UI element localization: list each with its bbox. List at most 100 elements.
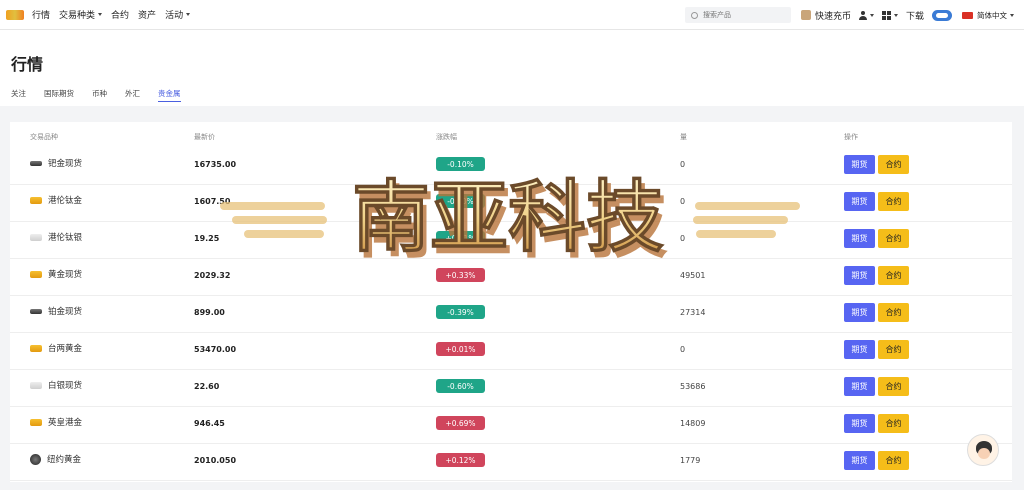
brand-logo[interactable] bbox=[6, 9, 24, 20]
user-icon bbox=[858, 10, 867, 20]
contract-button[interactable]: 合约 bbox=[878, 377, 909, 396]
nav-item-3[interactable]: 资产 bbox=[138, 8, 156, 21]
instrument-name[interactable]: 港伦钛银 bbox=[30, 231, 82, 243]
tab-0[interactable]: 关注 bbox=[11, 88, 26, 102]
contract-button[interactable]: 合约 bbox=[878, 303, 909, 322]
table-row[interactable]: 纽约黄金 2010.050 +0.12% 1779 期货 合约 bbox=[10, 444, 1012, 481]
table-row[interactable]: 港伦钛银 19.25 +0.21% 0 期货 合约 bbox=[10, 222, 1012, 259]
futures-button[interactable]: 期货 bbox=[844, 303, 875, 322]
nav-item-0[interactable]: 行情 bbox=[32, 8, 50, 21]
contract-button[interactable]: 合约 bbox=[878, 192, 909, 211]
table-row[interactable]: 英皇港金 946.45 +0.69% 14809 期货 合约 bbox=[10, 407, 1012, 444]
change-badge: +0.33% bbox=[436, 268, 485, 282]
contract-button[interactable]: 合约 bbox=[878, 451, 909, 470]
chevron-down-icon bbox=[869, 13, 874, 17]
row-actions: 期货 合约 bbox=[844, 192, 912, 211]
quick-charge-button[interactable]: 快速充币 bbox=[800, 9, 851, 22]
search-box[interactable] bbox=[684, 7, 791, 23]
user-menu[interactable] bbox=[858, 10, 874, 20]
metal-icon bbox=[30, 418, 42, 426]
contract-button[interactable]: 合约 bbox=[878, 155, 909, 174]
contract-button[interactable]: 合约 bbox=[878, 414, 909, 433]
market-header: 行情 关注 国际期货 币种 外汇 贵金属 bbox=[0, 30, 1024, 106]
last-price: 19.25 bbox=[194, 234, 220, 243]
nav-item-4[interactable]: 活动 bbox=[165, 8, 191, 21]
last-price: 22.60 bbox=[194, 382, 220, 391]
chevron-down-icon bbox=[1010, 13, 1014, 17]
instrument-name[interactable]: 英皇港金 bbox=[30, 416, 82, 428]
table-row[interactable]: 台两黄金 53470.00 +0.01% 0 期货 合约 bbox=[10, 333, 1012, 370]
nav-item-1[interactable]: 交易种类 bbox=[59, 8, 103, 21]
tab-3[interactable]: 外汇 bbox=[125, 88, 140, 102]
futures-button[interactable]: 期货 bbox=[844, 451, 875, 470]
futures-button[interactable]: 期货 bbox=[844, 229, 875, 248]
quick-charge-label: 快速充币 bbox=[814, 11, 851, 22]
futures-button[interactable]: 期货 bbox=[844, 266, 875, 285]
table-row[interactable]: 港伦钛金 1607.50 -0.10% 0 期货 合约 bbox=[10, 185, 1012, 222]
apps-menu[interactable] bbox=[881, 10, 898, 20]
change-badge: -0.10% bbox=[436, 194, 485, 208]
instrument-name[interactable]: 白银现货 bbox=[30, 379, 82, 391]
last-price: 899.00 bbox=[194, 308, 225, 317]
last-price: 1607.50 bbox=[194, 197, 231, 206]
instrument-name[interactable]: 台两黄金 bbox=[30, 342, 82, 354]
instrument-name[interactable]: 铂金现货 bbox=[30, 305, 82, 317]
table-row[interactable]: 白银现货 22.60 -0.60% 53686 期货 合约 bbox=[10, 370, 1012, 407]
contract-button[interactable]: 合约 bbox=[878, 229, 909, 248]
tab-4[interactable]: 贵金属 bbox=[158, 88, 181, 102]
instrument-name[interactable]: 钯金现货 bbox=[30, 157, 82, 169]
nav-item-2[interactable]: 合约 bbox=[111, 8, 129, 21]
change-badge: +0.12% bbox=[436, 453, 485, 467]
futures-button[interactable]: 期货 bbox=[844, 414, 875, 433]
volume-value: 0 bbox=[680, 160, 686, 169]
page-content: 行情 关注 国际期货 币种 外汇 贵金属 交易品种 最新价 涨跌幅 量 操作 钯金现货 1… bbox=[0, 30, 1024, 490]
instrument-label: 港伦钛金 bbox=[48, 196, 83, 206]
instrument-name[interactable]: 黄金现货 bbox=[30, 268, 82, 280]
tab-1[interactable]: 国际期货 bbox=[44, 88, 74, 102]
change-badge: +0.01% bbox=[436, 342, 485, 356]
chevron-down-icon bbox=[893, 13, 898, 17]
wallet-icon bbox=[800, 10, 811, 20]
futures-button[interactable]: 期货 bbox=[844, 340, 875, 359]
instrument-label: 英皇港金 bbox=[48, 418, 83, 428]
table-row[interactable]: 黄金现货 2029.32 +0.33% 49501 期货 合约 bbox=[10, 259, 1012, 296]
row-actions: 期货 合约 bbox=[844, 451, 912, 470]
instrument-label: 台两黄金 bbox=[48, 344, 83, 354]
metal-icon bbox=[30, 196, 42, 204]
tab-2[interactable]: 币种 bbox=[92, 88, 107, 102]
support-avatar[interactable] bbox=[967, 434, 999, 466]
theme-toggle[interactable] bbox=[932, 9, 952, 21]
row-actions: 期货 合约 bbox=[844, 229, 912, 248]
last-price: 53470.00 bbox=[194, 345, 237, 354]
nav-item-label: 合约 bbox=[111, 11, 130, 21]
flag-icon bbox=[962, 11, 973, 19]
instrument-name[interactable]: 港伦钛金 bbox=[30, 194, 82, 206]
last-price: 2010.050 bbox=[194, 456, 237, 465]
instrument-label: 铂金现货 bbox=[48, 307, 83, 317]
futures-button[interactable]: 期货 bbox=[844, 377, 875, 396]
row-actions: 期货 合约 bbox=[844, 266, 912, 285]
futures-button[interactable]: 期货 bbox=[844, 155, 875, 174]
contract-button[interactable]: 合约 bbox=[878, 340, 909, 359]
instrument-name[interactable]: 纽约黄金 bbox=[30, 453, 81, 465]
row-actions: 期货 合约 bbox=[844, 340, 912, 359]
download-link[interactable]: 下载 bbox=[906, 9, 924, 22]
header-name: 交易品种 bbox=[30, 133, 58, 141]
volume-value: 53686 bbox=[680, 382, 706, 391]
futures-button[interactable]: 期货 bbox=[844, 192, 875, 211]
search-input[interactable] bbox=[702, 11, 783, 19]
contract-button[interactable]: 合约 bbox=[878, 266, 909, 285]
volume-value: 0 bbox=[680, 345, 686, 354]
table-row[interactable]: 钯金现货 16735.00 -0.10% 0 期货 合约 bbox=[10, 148, 1012, 185]
instrument-label: 白银现货 bbox=[48, 381, 83, 391]
chevron-down-icon bbox=[98, 13, 103, 16]
change-badge: -0.60% bbox=[436, 379, 485, 393]
instrument-label: 钯金现货 bbox=[48, 159, 83, 169]
chevron-down-icon bbox=[186, 13, 191, 16]
last-price: 16735.00 bbox=[194, 160, 237, 169]
instrument-label: 纽约黄金 bbox=[47, 455, 82, 465]
table-row[interactable]: 铂金现货 899.00 -0.39% 27314 期货 合约 bbox=[10, 296, 1012, 333]
language-selector[interactable]: 简体中文 bbox=[962, 10, 1014, 21]
row-actions: 期货 合约 bbox=[844, 303, 912, 322]
volume-value: 1779 bbox=[680, 456, 701, 465]
